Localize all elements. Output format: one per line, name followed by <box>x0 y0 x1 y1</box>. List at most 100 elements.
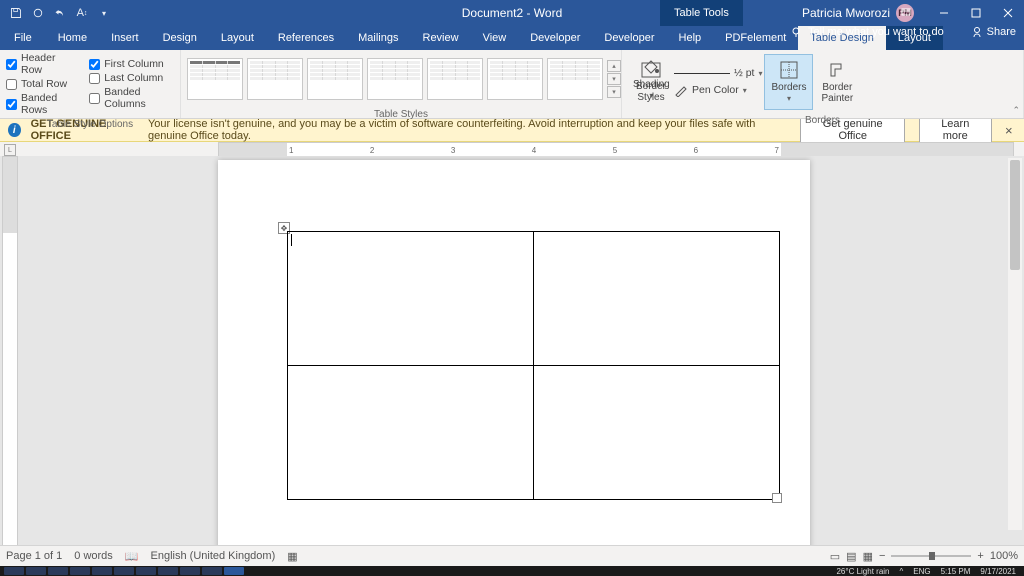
tab-mailings[interactable]: Mailings <box>346 26 410 50</box>
document-table[interactable] <box>287 231 780 500</box>
group-label-table-styles: Table Styles <box>181 108 621 122</box>
zoom-slider-thumb[interactable] <box>929 552 935 560</box>
undo-icon[interactable] <box>50 3 70 23</box>
vertical-scrollbar[interactable] <box>1008 158 1022 530</box>
tab-layout[interactable]: Layout <box>209 26 266 50</box>
close-button[interactable] <box>992 0 1024 26</box>
status-bar: Page 1 of 1 0 words 📖 English (United Ki… <box>0 545 1024 566</box>
text-cursor <box>291 234 292 246</box>
zoom-out-button[interactable]: − <box>879 550 885 562</box>
table-style-thumb[interactable] <box>547 58 603 100</box>
tab-selector-icon[interactable]: L <box>4 144 16 156</box>
check-last-column[interactable]: Last Column <box>89 72 174 84</box>
tab-references[interactable]: References <box>266 26 346 50</box>
taskbar-app-icon[interactable] <box>136 567 156 575</box>
ribbon-tabs: File Home Insert Design Layout Reference… <box>0 26 1024 50</box>
tab-file[interactable]: File <box>0 26 46 50</box>
taskbar-app-icon[interactable] <box>114 567 134 575</box>
borders-button[interactable]: Borders ▾ <box>764 54 813 110</box>
zoom-level[interactable]: 100% <box>990 550 1018 562</box>
clock-time[interactable]: 5:15 PM <box>941 567 971 576</box>
table-cell[interactable] <box>534 232 780 366</box>
border-painter-label: Border Painter <box>821 82 853 104</box>
zoom-slider[interactable] <box>891 555 971 557</box>
autosave-icon[interactable] <box>28 3 48 23</box>
maximize-button[interactable] <box>960 0 992 26</box>
view-web-icon[interactable]: ▦ <box>863 550 873 563</box>
start-icon[interactable] <box>4 567 24 575</box>
tell-me-label: Tell me what you want to do <box>808 26 944 38</box>
word-count[interactable]: 0 words <box>74 550 113 562</box>
collapse-ribbon-icon[interactable]: ⌃ <box>1012 105 1020 116</box>
check-header-row[interactable]: Header Row <box>6 52 77 76</box>
table-style-thumb[interactable] <box>307 58 363 100</box>
font-size-icon[interactable]: A↕ <box>72 3 92 23</box>
borders-icon <box>779 60 799 80</box>
language-indicator[interactable]: English (United Kingdom) <box>151 550 276 562</box>
tab-view[interactable]: View <box>471 26 519 50</box>
tab-developer-1[interactable]: Developer <box>518 26 592 50</box>
taskbar-app-icon[interactable] <box>92 567 112 575</box>
vertical-ruler[interactable] <box>2 156 18 546</box>
gallery-more-icon[interactable]: ▴▾▾ <box>607 58 621 100</box>
ruler-ticks: 1234567 <box>287 143 781 157</box>
tab-help[interactable]: Help <box>667 26 714 50</box>
ribbon: Header Row Total Row Banded Rows First C… <box>0 50 1024 119</box>
view-read-icon[interactable]: ▭ <box>830 550 840 563</box>
table-style-thumb[interactable] <box>367 58 423 100</box>
task-view-icon[interactable] <box>26 567 46 575</box>
pen-color-dropdown[interactable]: Pen Color▾ <box>674 83 762 97</box>
weather-widget[interactable]: 26°C Light rain <box>836 567 889 576</box>
share-button[interactable]: Share <box>971 26 1016 38</box>
check-first-column[interactable]: First Column <box>89 58 174 70</box>
zoom-in-button[interactable]: + <box>977 550 983 562</box>
tab-home[interactable]: Home <box>46 26 99 50</box>
taskbar-app-icon[interactable] <box>48 567 68 575</box>
share-label: Share <box>987 26 1016 38</box>
check-banded-rows[interactable]: Banded Rows <box>6 92 77 116</box>
check-total-row[interactable]: Total Row <box>6 78 77 90</box>
tab-design[interactable]: Design <box>151 26 209 50</box>
border-painter-button[interactable]: Border Painter <box>815 55 859 109</box>
taskbar-word-icon[interactable] <box>224 567 244 575</box>
taskbar-app-icon[interactable] <box>158 567 178 575</box>
minimize-button[interactable] <box>928 0 960 26</box>
quick-access-toolbar: A↕ ▾ <box>0 3 120 23</box>
share-icon <box>971 26 983 38</box>
table-cell[interactable] <box>288 366 534 500</box>
table-cell[interactable] <box>288 232 534 366</box>
lightbulb-icon <box>790 26 802 38</box>
tell-me-search[interactable]: Tell me what you want to do <box>790 26 944 38</box>
taskbar-app-icon[interactable] <box>180 567 200 575</box>
border-weight-dropdown[interactable]: ½ pt▾ <box>674 67 762 79</box>
table-resize-handle-icon[interactable] <box>772 493 782 503</box>
table-style-thumb[interactable] <box>427 58 483 100</box>
ribbon-display-icon[interactable] <box>890 0 922 26</box>
pen-icon <box>674 83 688 97</box>
table-style-thumb[interactable] <box>487 58 543 100</box>
table-cell[interactable] <box>534 366 780 500</box>
tab-pdfelement[interactable]: PDFelement <box>713 26 798 50</box>
macro-icon[interactable]: ▦ <box>287 550 297 563</box>
save-icon[interactable] <box>6 3 26 23</box>
tray-chevron-icon[interactable]: ^ <box>900 567 904 576</box>
taskbar-app-icon[interactable] <box>70 567 90 575</box>
tab-developer-2[interactable]: Developer <box>592 26 666 50</box>
border-styles-button[interactable]: Border Styles <box>630 55 672 109</box>
taskbar-app-icon[interactable] <box>202 567 222 575</box>
spellcheck-icon[interactable]: 📖 <box>125 550 139 563</box>
tab-review[interactable]: Review <box>411 26 471 50</box>
group-table-styles: ▴▾▾ Shading ▾ Table Styles <box>181 50 622 118</box>
table-styles-gallery[interactable]: ▴▾▾ <box>187 58 621 100</box>
view-print-icon[interactable]: ▤ <box>846 550 856 563</box>
page-indicator[interactable]: Page 1 of 1 <box>6 550 62 562</box>
scrollbar-thumb[interactable] <box>1010 160 1020 270</box>
qat-customize-icon[interactable]: ▾ <box>94 3 114 23</box>
table-tools-context: Table Tools <box>660 0 743 26</box>
check-banded-columns[interactable]: Banded Columns <box>89 86 174 110</box>
tab-insert[interactable]: Insert <box>99 26 151 50</box>
table-style-thumb[interactable] <box>247 58 303 100</box>
language-tray[interactable]: ENG <box>913 567 930 576</box>
table-style-thumb[interactable] <box>187 58 243 100</box>
clock-date[interactable]: 9/17/2021 <box>980 567 1016 576</box>
